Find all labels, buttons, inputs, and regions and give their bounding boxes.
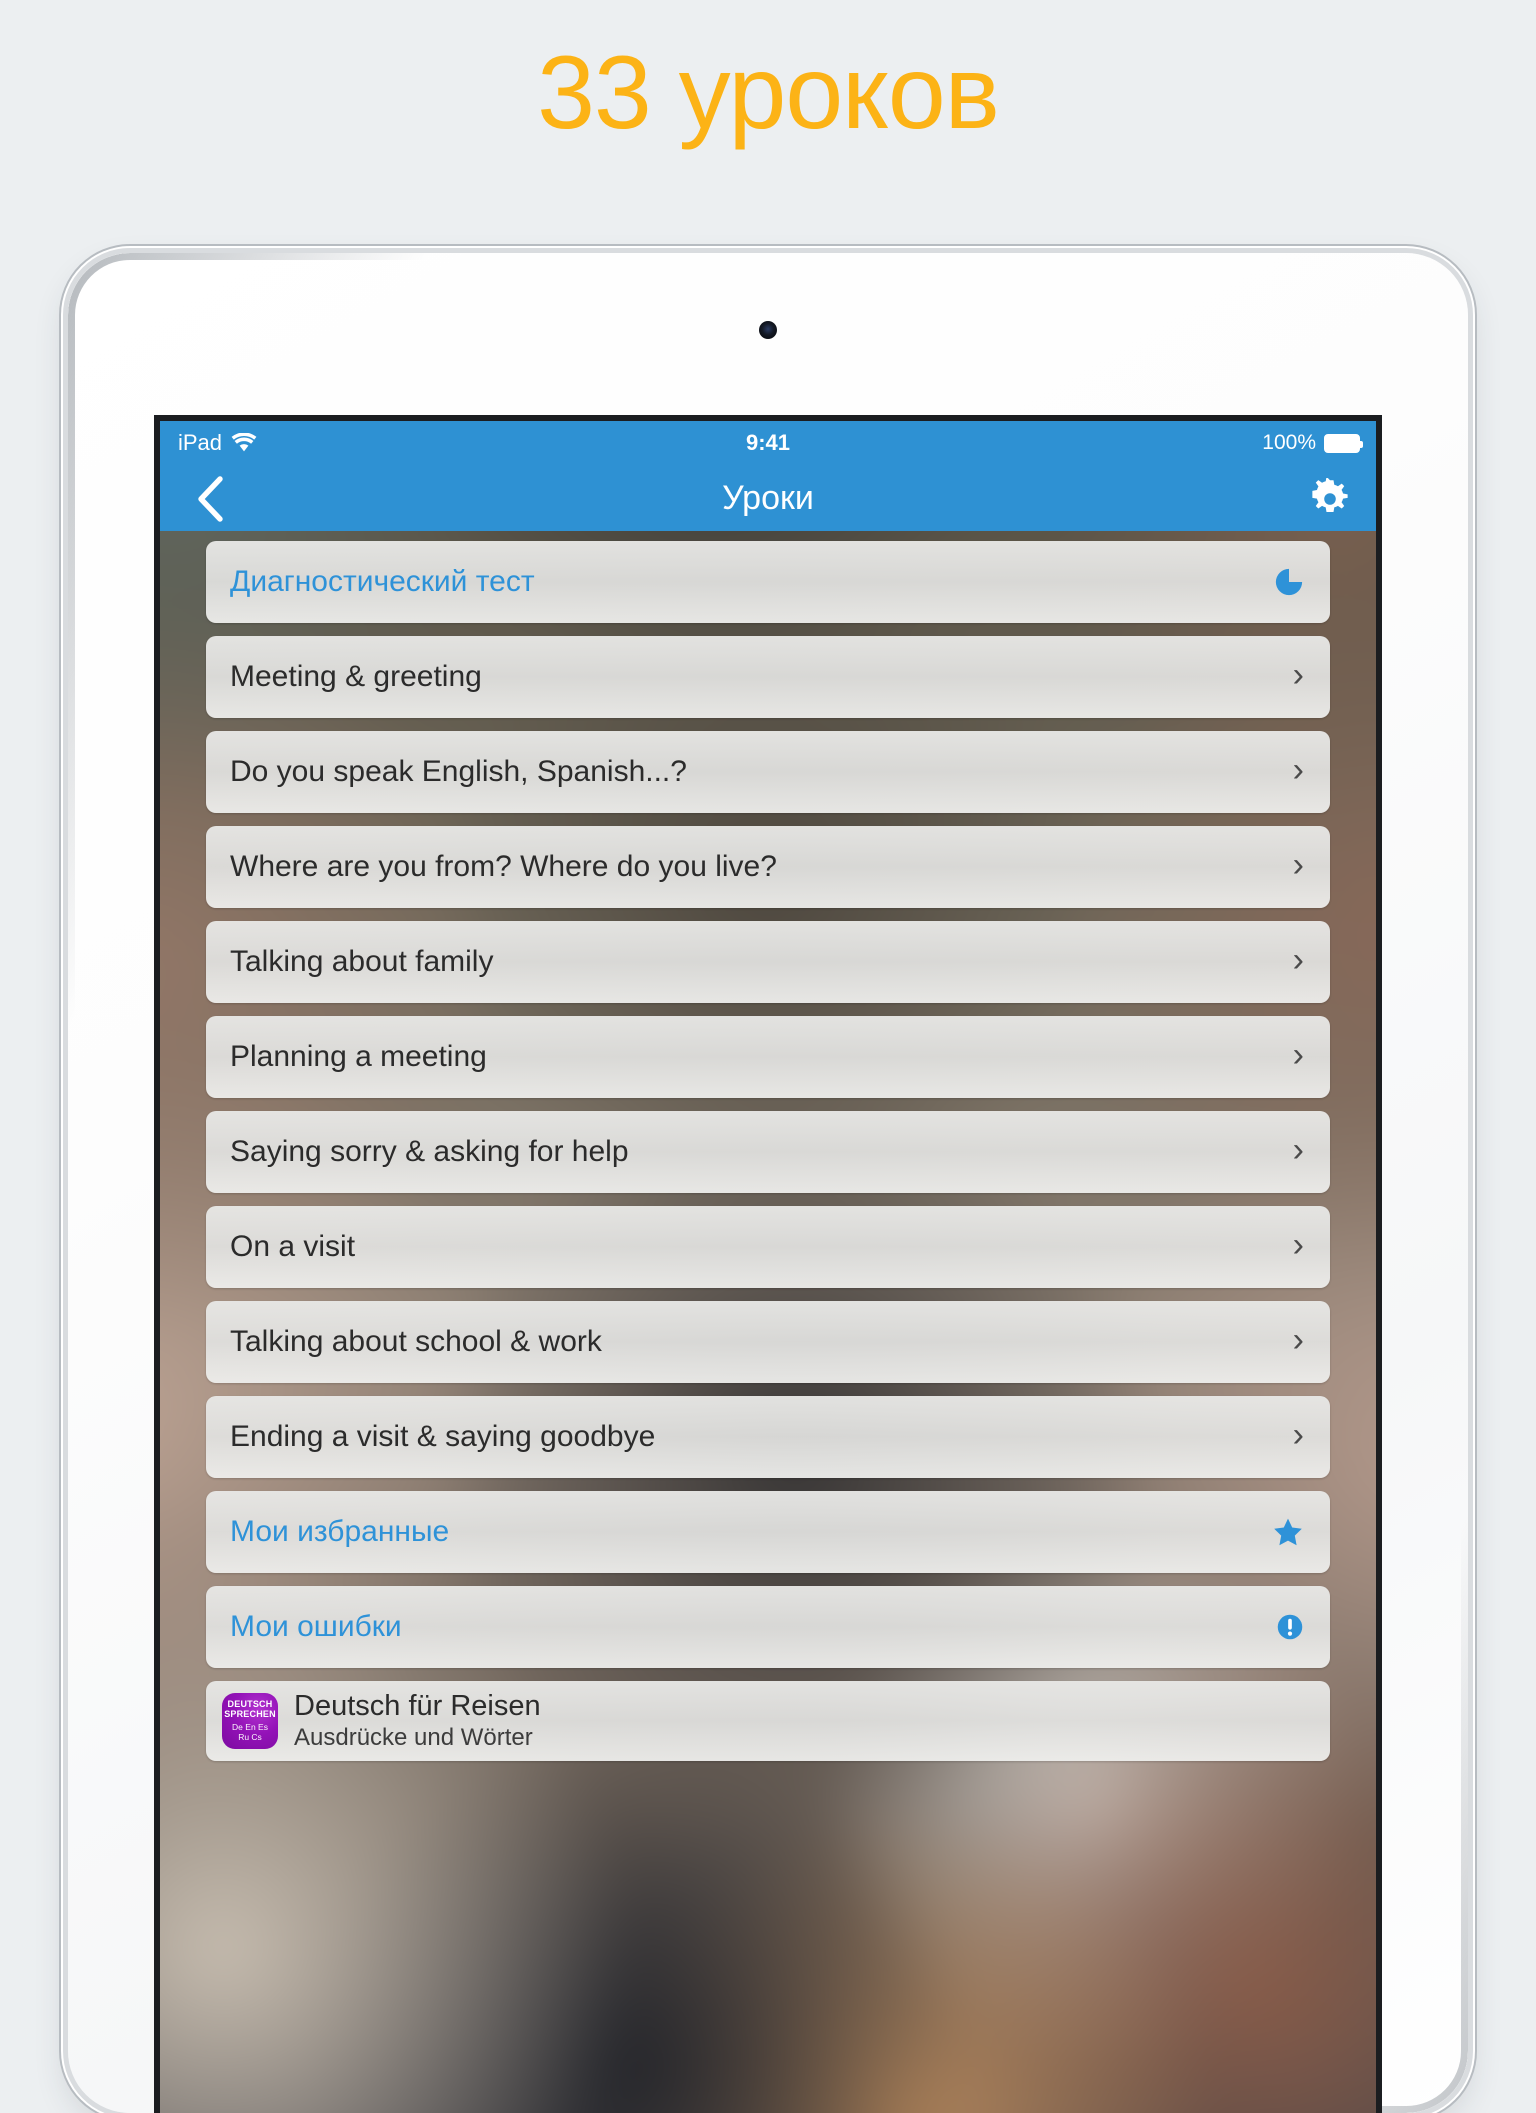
list-item[interactable]: Ending a visit & saying goodbye › — [206, 1396, 1330, 1478]
app-icon-langs1: De En Es — [232, 1722, 268, 1733]
front-camera — [759, 321, 777, 339]
app-icon-langs2: Ru Cs — [238, 1731, 262, 1742]
list-item-accessory: › — [1270, 1416, 1304, 1454]
lesson-list: Диагностический тест Meeting & greeting … — [160, 531, 1376, 1774]
list-item-label: Meeting & greeting — [230, 660, 482, 693]
list-item-accessory: › — [1270, 1321, 1304, 1359]
list-item-accessory: › — [1270, 656, 1304, 694]
list-item-favourites[interactable]: Мои избранные — [206, 1491, 1330, 1573]
page-title: 33 уроков — [537, 35, 1000, 151]
list-item[interactable]: Talking about family › — [206, 921, 1330, 1003]
list-item-label: Ending a visit & saying goodbye — [230, 1420, 656, 1453]
tablet-device: iPad 9:41 100% Уроки Диагностический тес… — [68, 253, 1468, 2113]
chevron-right-icon: › — [1292, 846, 1304, 884]
list-item[interactable]: On a visit › — [206, 1206, 1330, 1288]
list-item-label: Мои ошибки — [230, 1610, 402, 1643]
list-item-accessory: › — [1270, 1226, 1304, 1264]
list-item[interactable]: Meeting & greeting › — [206, 636, 1330, 718]
list-item-label: Talking about school & work — [230, 1325, 602, 1358]
list-item-accessory: › — [1270, 1036, 1304, 1074]
wifi-icon — [231, 433, 257, 452]
battery-percent-label: 100% — [1262, 431, 1316, 454]
chevron-right-icon: › — [1292, 1036, 1304, 1074]
list-item-accessory: › — [1270, 941, 1304, 979]
list-item[interactable]: Do you speak English, Spanish...? › — [206, 731, 1330, 813]
list-item[interactable]: Talking about school & work › — [206, 1301, 1330, 1383]
list-item[interactable]: Where are you from? Where do you live? › — [206, 826, 1330, 908]
pie-chart-icon — [1275, 568, 1303, 596]
navigation-bar: Уроки — [160, 465, 1376, 531]
list-item-accessory — [1270, 1516, 1304, 1548]
chevron-right-icon: › — [1292, 1131, 1304, 1169]
list-item-label: Where are you from? Where do you live? — [230, 850, 777, 883]
list-item-accessory — [1270, 1613, 1304, 1641]
nav-title: Уроки — [722, 479, 814, 517]
app-icon-deutsch-sprechen: DEUTSCH SPRECHEN De En Es Ru Cs — [222, 1693, 278, 1749]
carrier-label: iPad — [178, 430, 223, 455]
chevron-right-icon: › — [1292, 1416, 1304, 1454]
list-item-label: Мои избранные — [230, 1515, 450, 1548]
list-item-label: Talking about family — [230, 945, 494, 978]
list-item-accessory — [1270, 567, 1304, 597]
list-item-label: Saying sorry & asking for help — [230, 1135, 629, 1168]
list-item-label: Диагностический тест — [230, 565, 535, 598]
settings-button[interactable] — [1304, 473, 1356, 525]
status-bar: iPad 9:41 100% — [160, 421, 1376, 465]
list-item[interactable]: Saying sorry & asking for help › — [206, 1111, 1330, 1193]
chevron-right-icon: › — [1292, 751, 1304, 789]
list-item-accessory: › — [1270, 1131, 1304, 1169]
chevron-right-icon: › — [1292, 1226, 1304, 1264]
chevron-right-icon: › — [1292, 1321, 1304, 1359]
chevron-right-icon: › — [1292, 656, 1304, 694]
battery-icon — [1324, 433, 1363, 453]
device-screen: iPad 9:41 100% Уроки Диагностический тес… — [160, 421, 1376, 2113]
star-icon — [1274, 1518, 1302, 1546]
promo-text: Deutsch für Reisen Ausdrücke und Wörter — [294, 1690, 541, 1752]
status-bar-left: iPad — [178, 430, 257, 456]
list-item[interactable]: Planning a meeting › — [206, 1016, 1330, 1098]
promo-app-banner[interactable]: DEUTSCH SPRECHEN De En Es Ru Cs Deutsch … — [206, 1681, 1330, 1761]
promo-subtitle: Ausdrücke und Wörter — [294, 1724, 533, 1752]
app-icon-line2: SPRECHEN — [224, 1708, 276, 1719]
list-item-label: On a visit — [230, 1230, 356, 1263]
list-item[interactable]: Диагностический тест — [206, 541, 1330, 623]
gear-icon — [1312, 478, 1348, 512]
list-item-accessory: › — [1270, 846, 1304, 884]
chevron-right-icon: › — [1292, 941, 1304, 979]
list-item-mistakes[interactable]: Мои ошибки — [206, 1586, 1330, 1668]
status-bar-time: 9:41 — [745, 430, 791, 455]
exclamation-circle-icon — [1277, 1614, 1303, 1640]
status-bar-right: 100% — [1262, 431, 1363, 455]
list-item-accessory: › — [1270, 751, 1304, 789]
list-item-label: Planning a meeting — [230, 1040, 487, 1073]
promo-title: Deutsch für Reisen — [294, 1689, 541, 1722]
list-item-label: Do you speak English, Spanish...? — [230, 755, 687, 788]
